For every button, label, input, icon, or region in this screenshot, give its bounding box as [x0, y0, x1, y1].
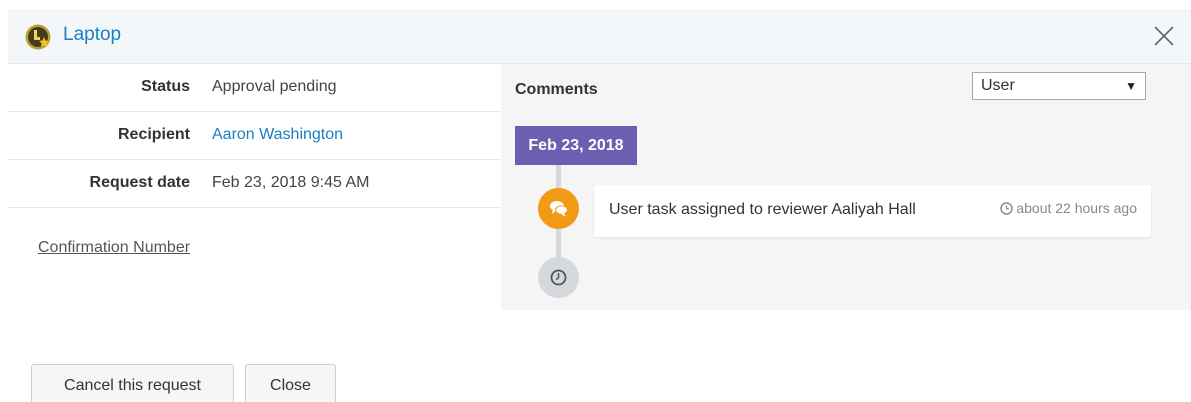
comment-time-text: about 22 hours ago [1016, 200, 1137, 216]
comment-text: User task assigned to reviewer Aaliyah H… [609, 201, 916, 218]
recipient-row: Recipient Aaron Washington [8, 112, 500, 160]
dialog-header: Laptop [8, 9, 1191, 64]
status-row: Status Approval pending [8, 64, 500, 112]
confirmation-number-link[interactable]: Confirmation Number [38, 239, 190, 257]
clock-icon [538, 257, 579, 298]
request-date-value: Feb 23, 2018 9:45 AM [212, 174, 370, 191]
recipient-label: Recipient [117, 126, 190, 143]
recipient-link[interactable]: Aaron Washington [212, 126, 343, 144]
close-icon[interactable] [1153, 25, 1175, 47]
comment-item: User task assigned to reviewer Aaliyah H… [594, 185, 1151, 237]
request-details: Status Approval pending Recipient Aaron … [8, 64, 500, 208]
comments-panel: Comments User ▼ Feb 23, 2018 User task a… [501, 64, 1191, 310]
filter-selected-value: User [981, 77, 1015, 94]
item-title: Laptop [63, 24, 122, 45]
chevron-down-icon: ▼ [1125, 79, 1137, 93]
chat-icon [538, 188, 579, 229]
request-date-label: Request date [89, 174, 190, 191]
request-date-row: Request date Feb 23, 2018 9:45 AM [8, 160, 500, 208]
status-label: Status [141, 78, 190, 95]
comment-timestamp: about 22 hours ago [1000, 200, 1137, 216]
laptop-badge-icon [25, 24, 51, 50]
date-badge: Feb 23, 2018 [515, 126, 637, 165]
comments-heading: Comments [515, 81, 598, 98]
cancel-request-button[interactable]: Cancel this request [31, 364, 234, 402]
close-button[interactable]: Close [245, 364, 336, 402]
status-value: Approval pending [212, 78, 337, 95]
clock-icon [1000, 202, 1014, 215]
comment-filter-select[interactable]: User ▼ [972, 72, 1146, 100]
